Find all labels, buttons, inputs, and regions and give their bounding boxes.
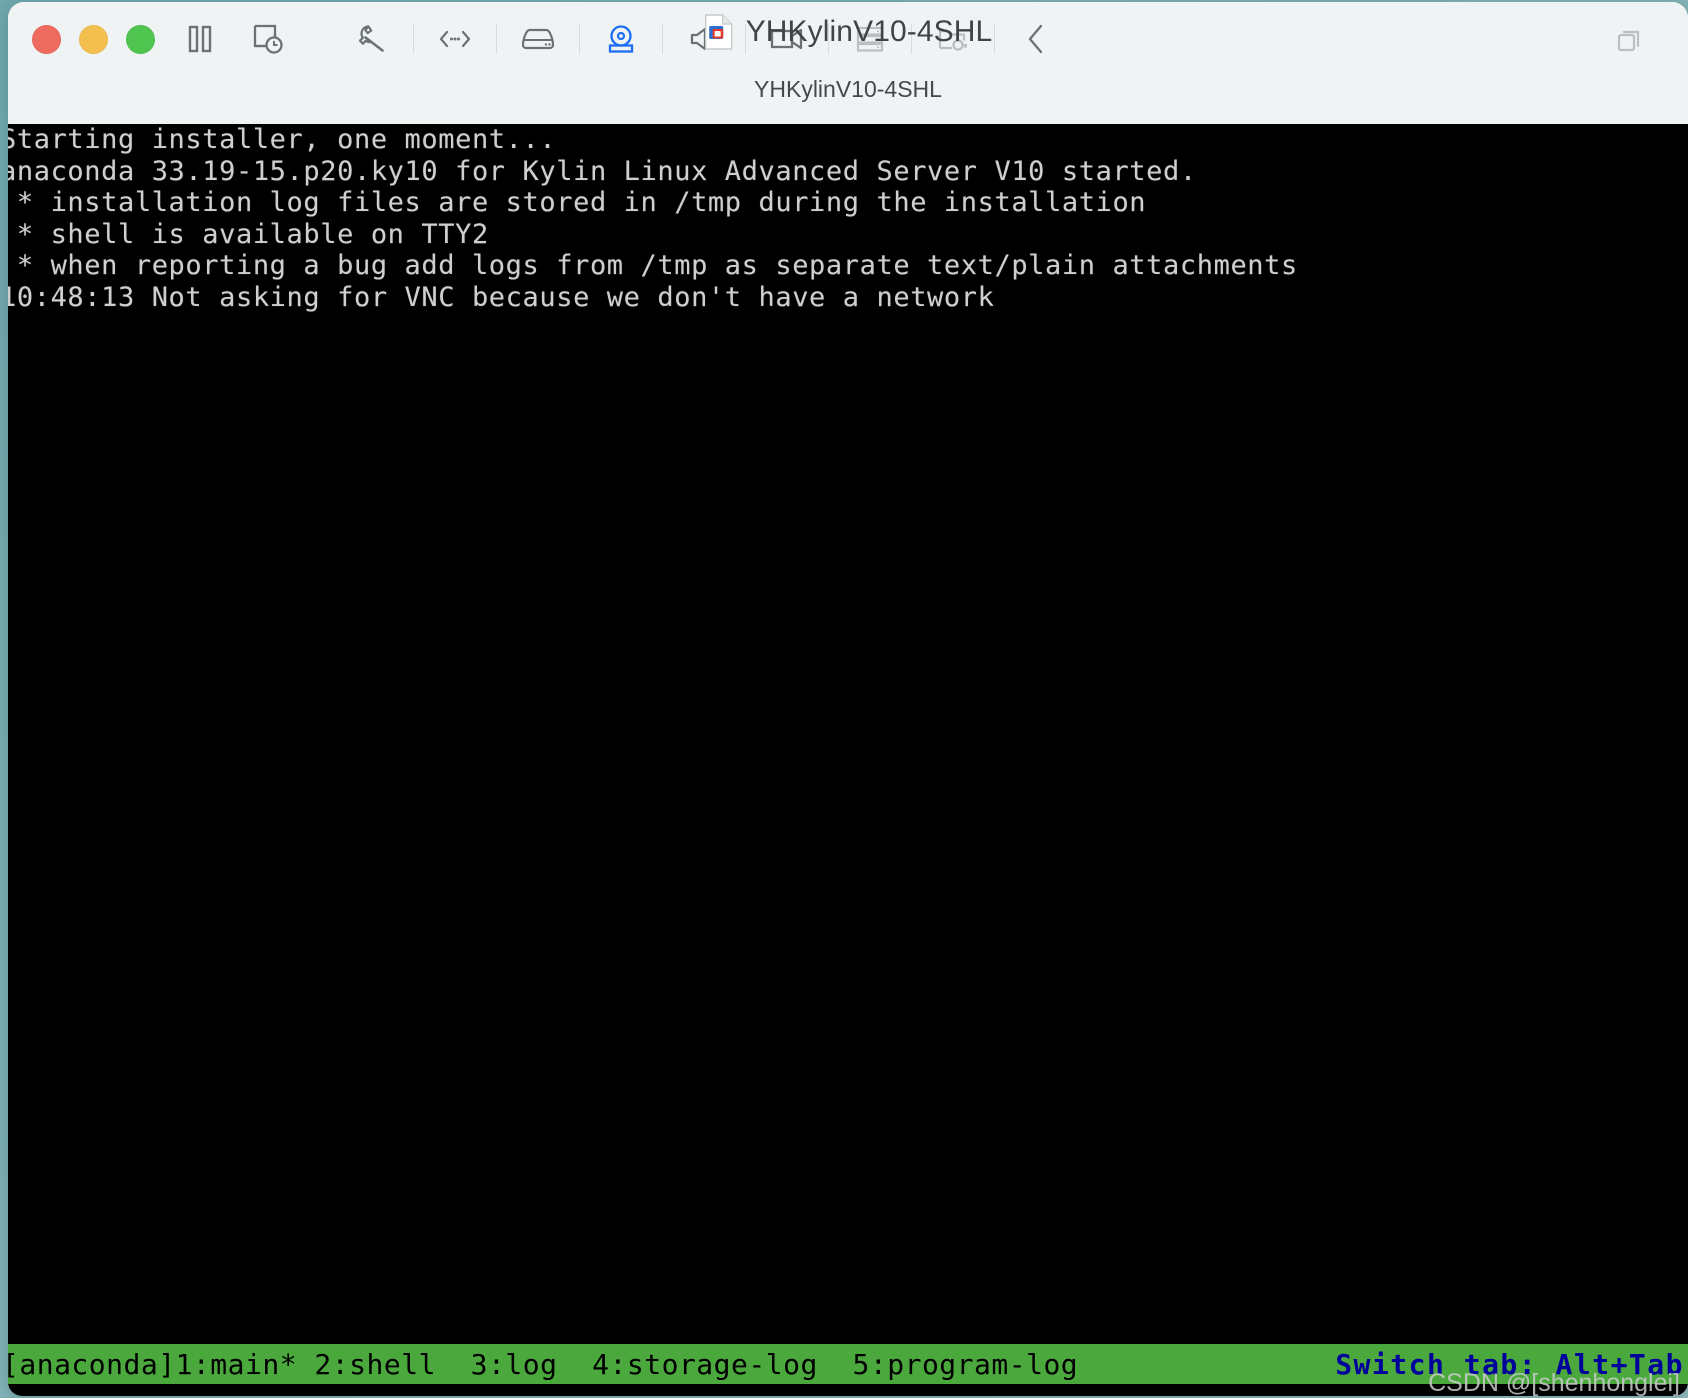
window-title: YHKylinV10-4SHL xyxy=(745,15,993,48)
window-title-block: YHKylinV10-4SHL xyxy=(704,14,993,50)
terminal-console[interactable]: Starting installer, one moment... anacon… xyxy=(8,124,1688,1396)
terminal-line: Starting installer, one moment... xyxy=(8,124,557,155)
toolbar-divider xyxy=(994,24,995,54)
vm-tab-bar: YHKylinV10-4SHL xyxy=(8,76,1688,126)
pause-icon[interactable] xyxy=(177,16,223,62)
vm-window: YHKylinV10-4SHL YHKylinV10-4SHL Starting… xyxy=(8,2,1688,1396)
chevron-left-icon[interactable] xyxy=(1013,16,1059,62)
network-icon[interactable] xyxy=(432,16,478,62)
hard-disk-icon[interactable] xyxy=(515,16,561,62)
traffic-light-group xyxy=(32,24,155,54)
vm-document-icon xyxy=(704,14,734,50)
wrench-icon[interactable] xyxy=(349,16,395,62)
window-copy-icon[interactable] xyxy=(1608,16,1654,62)
terminal-line: * installation log files are stored in /… xyxy=(8,187,1147,218)
watermark-text: CSDN @[shenhonglei] xyxy=(1428,1369,1680,1396)
toolbar-divider xyxy=(662,24,663,54)
toolbar-divider xyxy=(579,24,580,54)
terminal-line: 10:48:13 Not asking for VNC because we d… xyxy=(8,281,995,313)
vm-tab-label: YHKylinV10-4SHL xyxy=(754,76,942,102)
cd-dvd-icon[interactable] xyxy=(598,16,644,62)
close-button[interactable] xyxy=(32,24,61,54)
toolbar-left-group xyxy=(177,16,291,62)
minimize-button[interactable] xyxy=(79,24,108,54)
terminal-line: * when reporting a bug add logs from /tm… xyxy=(8,250,1298,281)
toolbar-divider xyxy=(496,24,497,54)
maximize-button[interactable] xyxy=(126,24,155,54)
vm-toolbar: YHKylinV10-4SHL xyxy=(8,2,1688,76)
toolbar-right-group xyxy=(1608,16,1654,62)
tmux-tab-list[interactable]: [anaconda]1:main* 2:shell 3:log 4:storag… xyxy=(8,1348,1078,1381)
snapshot-icon[interactable] xyxy=(245,16,291,62)
terminal-output: Starting installer, one moment... anacon… xyxy=(8,124,1298,313)
toolbar-divider xyxy=(413,24,414,54)
desktop-background: YHKylinV10-4SHL YHKylinV10-4SHL Starting… xyxy=(0,0,1688,1398)
terminal-line: * shell is available on TTY2 xyxy=(8,218,489,250)
terminal-line: anaconda 33.19-15.p20.ky10 for Kylin Lin… xyxy=(8,155,1197,187)
